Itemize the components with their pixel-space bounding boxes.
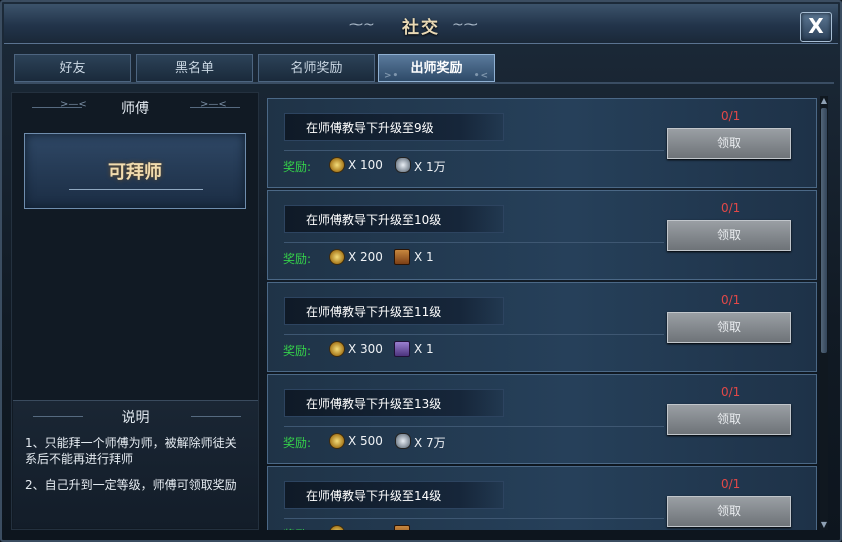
window-title: 社交 xyxy=(402,18,440,38)
reward-label: 奖励: xyxy=(283,436,312,450)
scroll-up-icon[interactable]: ▲ xyxy=(820,96,828,106)
progress-text: 0/1 xyxy=(721,477,741,491)
task-text: 在师傅教导下升级至9级 xyxy=(306,121,434,135)
divider xyxy=(191,416,241,417)
reward-amount: X 1万 xyxy=(414,160,446,174)
scroll-thumb[interactable] xyxy=(821,108,827,353)
reward-amount: X 200 xyxy=(348,250,383,264)
gold-coin-icon xyxy=(329,341,345,357)
description-line: 2、自己升到一定等级，师傅可领取奖励 xyxy=(25,478,237,492)
progress-text: 0/1 xyxy=(721,109,741,123)
reward-amount: X 300 xyxy=(348,342,383,356)
tab-ornament-right-icon: •< xyxy=(473,71,489,81)
treasure-chest-icon xyxy=(394,249,410,265)
reward-label: 奖励: xyxy=(283,526,311,530)
reward-label: 奖励: xyxy=(283,160,312,174)
progress-text: 0/1 xyxy=(721,293,741,307)
divider xyxy=(284,426,664,427)
left-panel: >—< 师傅 >—< 可拜师 说明 1、只能拜一个师傅为师，被解除师徒关系后不能… xyxy=(11,92,259,530)
silver-icon xyxy=(395,433,411,449)
claim-button[interactable]: 领取 xyxy=(667,312,791,343)
tab-friends[interactable]: 好友 xyxy=(14,54,131,82)
silver-icon xyxy=(395,157,411,173)
description-line: 1、只能拜一个师傅为师，被解除师徒关系后不能再进行拜师 xyxy=(25,436,237,466)
reward-amount: X 1 xyxy=(414,250,434,264)
tab-ornament-left-icon: >• xyxy=(384,71,400,81)
master-status: 可拜师 xyxy=(108,162,162,183)
tab-mentor-reward[interactable]: 名师奖励 xyxy=(258,54,375,82)
description-box: 说明 1、只能拜一个师傅为师，被解除师徒关系后不能再进行拜师 2、自己升到一定等… xyxy=(13,400,258,528)
task-text: 在师傅教导下升级至11级 xyxy=(306,305,442,319)
gold-coin-icon xyxy=(329,157,345,173)
divider xyxy=(284,242,664,243)
divider xyxy=(284,334,664,335)
close-button[interactable]: X xyxy=(800,12,832,42)
title-bar: ⁓~ 社交 ~⁓ X xyxy=(4,4,838,44)
gold-coin-icon xyxy=(329,249,345,265)
tab-graduation-reward-label: 出师奖励 xyxy=(410,61,463,76)
purple-chest-icon xyxy=(394,341,410,357)
reward-list: 在师傅教导下升级至9级 0/1 领取 奖励: X 100 X 1万 在师傅教导下… xyxy=(267,96,818,530)
tab-graduation-reward[interactable]: >• 出师奖励 •< xyxy=(378,54,495,82)
claim-button[interactable]: 领取 xyxy=(667,404,791,435)
description-title: 说明 xyxy=(121,410,150,426)
progress-text: 0/1 xyxy=(721,201,741,215)
reward-card: 在师傅教导下升级至13级 0/1 领取 奖励: X 500 X 7万 xyxy=(267,374,817,464)
claim-button[interactable]: 领取 xyxy=(667,496,791,527)
social-window: ⁓~ 社交 ~⁓ X 好友 黑名单 名师奖励 >• 出师奖励 •< >—< 师傅… xyxy=(0,0,842,542)
divider xyxy=(69,189,203,190)
tab-bar: 好友 黑名单 名师奖励 >• 出师奖励 •< xyxy=(14,54,834,84)
task-text: 在师傅教导下升级至14级 xyxy=(306,489,442,503)
tab-blacklist[interactable]: 黑名单 xyxy=(136,54,253,82)
divider xyxy=(284,518,664,519)
reward-card: 在师傅教导下升级至9级 0/1 领取 奖励: X 100 X 1万 xyxy=(267,98,817,188)
reward-amount: X 500 xyxy=(348,434,383,448)
title-ornament-right-icon: ~⁓ xyxy=(452,17,478,33)
progress-text: 0/1 xyxy=(721,385,741,399)
scroll-down-icon[interactable]: ▼ xyxy=(820,520,828,530)
master-slot[interactable]: 可拜师 xyxy=(24,133,246,209)
treasure-chest-icon xyxy=(394,525,410,530)
task-text: 在师傅教导下升级至13级 xyxy=(306,397,442,411)
scrollbar[interactable]: ▲ ▼ xyxy=(820,96,828,530)
reward-card: 在师傅教导下升级至14级 0/1 领取 奖励: xyxy=(267,466,817,530)
ornament-icon: >—< xyxy=(200,99,227,110)
gold-coin-icon xyxy=(329,433,345,449)
reward-amount: X 1 xyxy=(414,342,434,356)
reward-card: 在师傅教导下升级至10级 0/1 领取 奖励: X 200 X 1 xyxy=(267,190,817,280)
task-text: 在师傅教导下升级至10级 xyxy=(306,213,442,227)
reward-label: 奖励: xyxy=(283,344,312,358)
reward-label: 奖励: xyxy=(283,252,312,266)
claim-button[interactable]: 领取 xyxy=(667,220,791,251)
divider xyxy=(284,150,664,151)
reward-amount: X 100 xyxy=(348,158,383,172)
claim-button[interactable]: 领取 xyxy=(667,128,791,159)
gold-coin-icon xyxy=(329,525,345,530)
reward-amount: X 7万 xyxy=(414,436,446,450)
reward-card: 在师傅教导下升级至11级 0/1 领取 奖励: X 300 X 1 xyxy=(267,282,817,372)
